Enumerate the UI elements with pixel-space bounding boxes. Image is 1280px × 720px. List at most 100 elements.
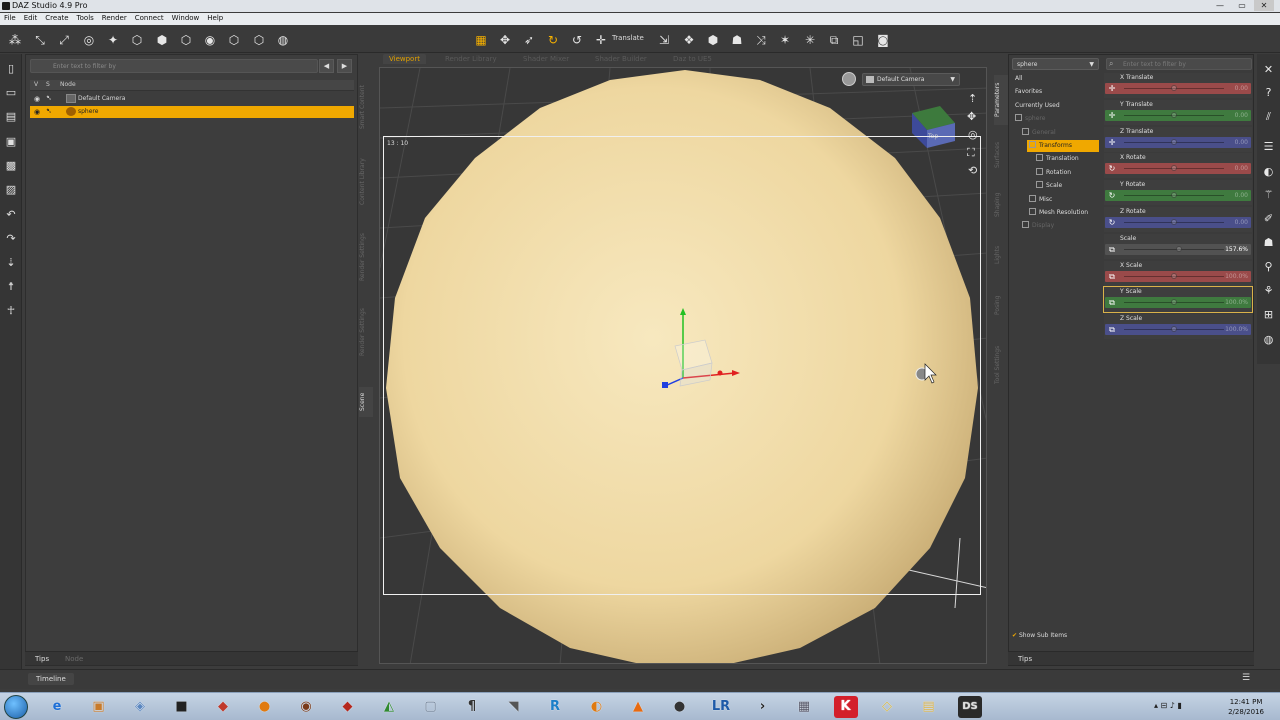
drop-to-floor-icon[interactable]: ⇣ (4, 256, 18, 270)
taskbar-app-icon[interactable]: ◆ (211, 696, 235, 718)
render-settings-icon[interactable]: ⧉ (826, 32, 842, 48)
menu-create[interactable]: Create (41, 13, 72, 23)
menu-tools[interactable]: Tools (73, 13, 98, 23)
param-slider[interactable]: X Translate ✛ 0.00 (1104, 73, 1252, 98)
vtab-render-settings[interactable]: Render Settings (359, 222, 373, 292)
tree-item[interactable]: Favorites (1013, 86, 1099, 98)
edge-tool-icon[interactable]: ⬡ (178, 32, 194, 48)
param-slider[interactable]: Y Translate ✛ 0.00 (1104, 99, 1252, 125)
param-value[interactable]: 100.0% (1225, 326, 1248, 333)
tree-item[interactable]: sphere (1013, 113, 1099, 125)
transfer-icon[interactable]: ⤨ (753, 32, 769, 48)
vtab-surfaces[interactable]: Surfaces (994, 135, 1008, 175)
polygon-tool-icon[interactable]: ⬡ (129, 32, 145, 48)
wand-icon[interactable]: ⚚ (1261, 187, 1276, 202)
param-value[interactable]: 0.00 (1235, 165, 1248, 172)
taskbar-app-icon[interactable]: ¶ (460, 696, 484, 718)
tree-item[interactable]: General (1020, 127, 1099, 139)
pane-close-icon[interactable]: ✕ (1261, 62, 1276, 77)
camera-icon[interactable]: ◙ (875, 32, 891, 48)
param-slider[interactable]: Z Translate ✛ 0.00 (1104, 126, 1252, 152)
new-file-icon[interactable]: ▯ (4, 62, 18, 76)
taskbar-app-icon[interactable]: ▲ (626, 696, 650, 718)
dolly-icon[interactable]: ⇡ (968, 92, 977, 105)
param-value[interactable]: 0.00 (1235, 139, 1248, 146)
surface-tool-icon[interactable]: ◍ (275, 32, 291, 48)
tree-item[interactable]: Display (1020, 220, 1099, 232)
brush-icon[interactable]: ✐ (1261, 211, 1276, 226)
morph-icon[interactable]: ⚘ (1261, 283, 1276, 298)
geometry-editor-icon[interactable]: ◎ (81, 32, 97, 48)
tab-timeline[interactable]: Timeline (28, 673, 74, 685)
save-icon[interactable]: ▣ (4, 135, 18, 149)
taskbar-app-icon[interactable]: ◆ (336, 696, 360, 718)
pose-icon[interactable]: ✶ (777, 32, 793, 48)
taskbar-app-icon[interactable]: R (543, 696, 567, 718)
pan-icon[interactable]: ✥ (967, 110, 976, 123)
orbit-tool-icon[interactable]: ↺ (569, 32, 585, 48)
menu-edit[interactable]: Edit (20, 13, 42, 23)
view-cube[interactable]: Top (912, 106, 955, 148)
globe-icon[interactable]: ◍ (1261, 332, 1276, 347)
node-select-dropdown[interactable]: sphere ▼ (1012, 58, 1099, 70)
taskbar-app-icon[interactable]: › (751, 696, 775, 718)
scene-node-row-selected[interactable]: ◉ ➷ sphere (30, 106, 354, 118)
clock[interactable]: 12:41 PM 2/28/2016 (1228, 697, 1264, 717)
circle-icon[interactable]: ◐ (1261, 164, 1276, 179)
scene-prev-button[interactable]: ◀ (319, 59, 334, 73)
taskbar-app-icon[interactable]: ◥ (502, 696, 526, 718)
param-slider[interactable]: Z Rotate ↻ 0.00 (1104, 207, 1252, 232)
vtab-content-library[interactable]: Content Library (359, 147, 373, 217)
vtab-render-settings-2[interactable]: Render Settings (359, 297, 373, 367)
param-slider[interactable]: Scale ⧉ 157.6% (1104, 233, 1252, 259)
param-slider[interactable]: Y Rotate ↻ 0.00 (1104, 180, 1252, 206)
menu-file[interactable]: File (0, 13, 20, 23)
tab-render-library[interactable]: Render Library (439, 54, 503, 64)
vtab-smart-content[interactable]: Smart Content (359, 72, 373, 142)
menu-render[interactable]: Render (98, 13, 131, 23)
taskbar-app-icon[interactable]: ◐ (585, 696, 609, 718)
frame-icon[interactable]: ⛶ (967, 146, 975, 159)
tab-tips[interactable]: Tips (29, 654, 55, 664)
col-visible[interactable]: V (34, 81, 38, 88)
joint-editor-icon[interactable]: ⤡ (32, 32, 48, 48)
universal-tool-icon[interactable]: ▦ (473, 32, 489, 48)
redo-icon[interactable]: ↷ (4, 232, 18, 246)
menu-connect[interactable]: Connect (131, 13, 168, 23)
timeline-menu-icon[interactable]: ☰ (1242, 673, 1250, 683)
vtab-posing[interactable]: Posing (994, 285, 1008, 325)
vtab-scene[interactable]: Scene (359, 387, 373, 417)
taskbar-app-icon[interactable]: ▢ (419, 696, 443, 718)
taskbar-app-icon[interactable]: LR (709, 696, 733, 718)
vtab-shaping[interactable]: Shaping (994, 185, 1008, 225)
slider-knob[interactable] (1171, 219, 1177, 225)
tree-item[interactable]: Scale (1034, 180, 1099, 192)
taskbar-app-icon[interactable]: ▣ (87, 696, 111, 718)
pose-icon[interactable]: ☗ (1261, 235, 1276, 250)
render-preview-icon[interactable] (842, 72, 856, 86)
vtab-tool-settings[interactable]: Tool Settings (994, 335, 1008, 395)
render-icon[interactable]: ✳ (802, 32, 818, 48)
tab-viewport[interactable]: Viewport (383, 54, 426, 64)
select-arrow-icon[interactable]: ➷ (46, 107, 52, 115)
tab-shader-mixer[interactable]: Shader Mixer (517, 54, 575, 64)
slider-knob[interactable] (1171, 272, 1177, 279)
taskbar-app-icon[interactable]: DS (958, 696, 982, 718)
spot-render-icon[interactable]: ✦ (105, 32, 121, 48)
select-arrow-icon[interactable]: ➷ (46, 94, 52, 102)
orbit-view-icon[interactable]: ⟲ (968, 164, 977, 177)
help-icon[interactable]: ? (1261, 85, 1276, 100)
close-button[interactable]: ✕ (1254, 0, 1274, 11)
col-node[interactable]: Node (60, 81, 76, 88)
tree-item[interactable]: Rotation (1034, 167, 1099, 179)
body-icon[interactable]: ⚲ (1261, 259, 1276, 274)
active-pose-icon[interactable]: ✥ (497, 32, 513, 48)
figure-pose-icon[interactable]: ☨ (4, 280, 18, 294)
scene-filter-input[interactable]: Enter text to filter by (30, 59, 318, 73)
vtab-lights[interactable]: Lights (994, 235, 1008, 275)
col-selectable[interactable]: S (46, 81, 50, 88)
merge-file-icon[interactable]: ▤ (4, 110, 18, 124)
scene-tool-icon[interactable]: ⁂ (7, 32, 23, 48)
taskbar-app-icon[interactable]: e (45, 696, 69, 718)
eye-icon[interactable]: ◉ (34, 108, 40, 116)
